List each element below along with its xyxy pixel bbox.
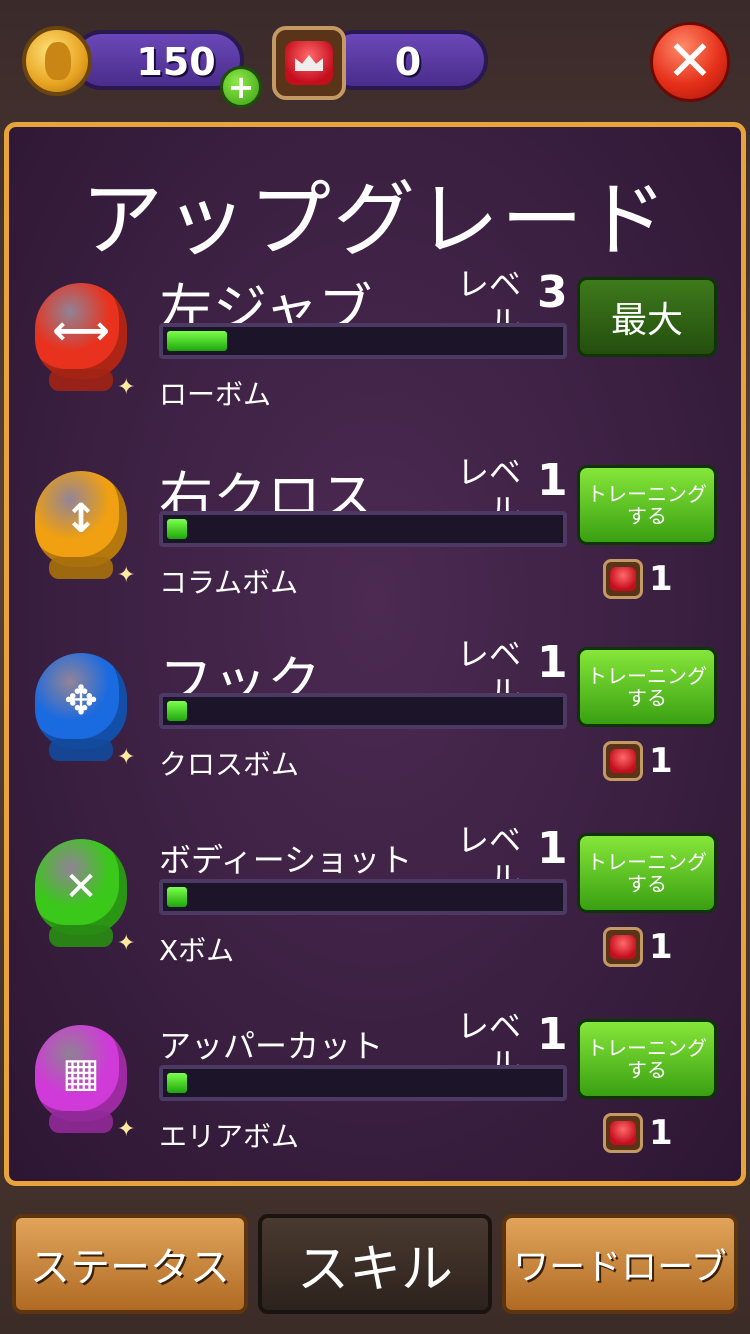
progress-bar xyxy=(159,693,567,729)
gem-counter: 0 xyxy=(324,30,488,90)
bottom-tabs: ステータス スキル ワードローブ xyxy=(0,1196,750,1334)
coin-value: 150 xyxy=(136,40,216,84)
cost-value: 1 xyxy=(649,559,673,599)
level-value: 3 xyxy=(537,267,568,318)
progress-fill xyxy=(167,1073,187,1093)
skill-row: ⟷ ✦ 左ジャブ レベル 3 ローボム 最大 xyxy=(9,257,741,437)
skill-row: ▦ ✦ アッパーカット レベル 1 エリアボム トレーニングする 1 xyxy=(9,999,741,1179)
glove-cuff xyxy=(49,1111,113,1133)
level-value: 1 xyxy=(537,823,568,874)
train-button[interactable]: トレーニングする xyxy=(577,1019,717,1099)
cost-value: 1 xyxy=(649,927,673,967)
progress-bar xyxy=(159,879,567,915)
bomb-label: コラムボム xyxy=(159,566,299,599)
tab-status[interactable]: ステータス xyxy=(12,1214,248,1314)
add-coins-button[interactable]: + xyxy=(220,66,262,108)
skill-row: ↕ ✦ 右クロス レベル 1 コラムボム トレーニングする 1 xyxy=(9,445,741,625)
spark-icon: ✦ xyxy=(117,375,136,400)
coin-counter: 150 xyxy=(72,30,244,90)
progress-bar xyxy=(159,323,567,359)
glove-cuff xyxy=(49,925,113,947)
top-bar: 150 + 0 ✕ xyxy=(0,0,750,118)
gem-icon xyxy=(603,1113,643,1153)
max-button[interactable]: 最大 xyxy=(577,277,717,357)
glove-glyph: ✕ xyxy=(64,864,98,910)
glove-cuff xyxy=(49,557,113,579)
train-button[interactable]: トレーニングする xyxy=(577,465,717,545)
level-value: 1 xyxy=(537,1009,568,1060)
tab-wardrobe[interactable]: ワードローブ xyxy=(502,1214,738,1314)
progress-fill xyxy=(167,331,227,351)
cost-value: 1 xyxy=(649,1113,673,1153)
skill-name: アッパーカット xyxy=(159,1027,384,1065)
page-title: アップグレード xyxy=(80,173,669,268)
tab-skill[interactable]: スキル xyxy=(258,1214,492,1314)
bomb-label: Xボム xyxy=(159,934,235,967)
spark-icon: ✦ xyxy=(117,563,136,588)
gem-icon xyxy=(603,559,643,599)
close-button[interactable]: ✕ xyxy=(650,22,730,102)
upgrade-panel: アップグレード ⟷ ✦ 左ジャブ レベル 3 ローボム 最大 ↕ ✦ 右クロス レベル 1 コラムボムト… xyxy=(4,122,746,1186)
glove-glyph: ↕ xyxy=(64,496,98,542)
bomb-label: クロスボム xyxy=(159,748,300,781)
glove-icon: ▦ xyxy=(35,1025,127,1121)
glove-icon: ↕ xyxy=(35,471,127,567)
skill-row: ✕ ✦ ボディーショット レベル 1 Xボム トレーニングする 1 xyxy=(9,813,741,993)
skill-row: ✥ ✦ フック レベル 1 クロスボム トレーニングする 1 xyxy=(9,627,741,807)
glove-glyph: ⟷ xyxy=(52,308,110,354)
level-value: 1 xyxy=(537,455,568,506)
gem-icon xyxy=(603,741,643,781)
coin-icon xyxy=(22,26,92,96)
bomb-label: ローボム xyxy=(159,378,272,411)
skill-name: ボディーショット xyxy=(159,841,413,879)
close-icon: ✕ xyxy=(666,29,714,94)
progress-fill xyxy=(167,701,187,721)
glove-icon: ✕ xyxy=(35,839,127,935)
glove-glyph: ▦ xyxy=(62,1050,100,1096)
progress-bar xyxy=(159,511,567,547)
glove-cuff xyxy=(49,739,113,761)
glove-cuff xyxy=(49,369,113,391)
glove-icon: ⟷ xyxy=(35,283,127,379)
progress-fill xyxy=(167,519,187,539)
gem-icon xyxy=(272,26,346,100)
gem-value: 0 xyxy=(394,40,422,84)
level-value: 1 xyxy=(537,637,568,688)
spark-icon: ✦ xyxy=(117,745,136,770)
progress-fill xyxy=(167,887,187,907)
glove-glyph: ✥ xyxy=(64,678,98,724)
gem-icon xyxy=(603,927,643,967)
spark-icon: ✦ xyxy=(117,1117,136,1142)
train-button[interactable]: トレーニングする xyxy=(577,833,717,913)
cost-value: 1 xyxy=(649,741,673,781)
bomb-label: エリアボム xyxy=(159,1120,300,1153)
progress-bar xyxy=(159,1065,567,1101)
spark-icon: ✦ xyxy=(117,931,136,956)
glove-icon: ✥ xyxy=(35,653,127,749)
train-button[interactable]: トレーニングする xyxy=(577,647,717,727)
